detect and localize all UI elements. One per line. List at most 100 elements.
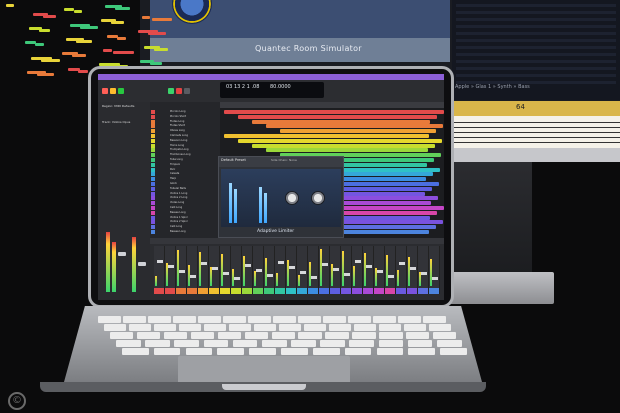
keyboard-key [320,340,345,347]
channel-strip[interactable] [242,246,253,294]
side-chain-menu[interactable]: Side Chain: None [271,158,297,162]
channel-strip[interactable] [198,246,209,294]
track-headers: Piccolo Long Piccolo Short Flutes Long Flut… [150,102,220,238]
channel-strip[interactable] [429,246,440,294]
timeline-ruler[interactable] [220,102,444,108]
channel-strip[interactable] [407,246,418,294]
keyboard-key [198,316,221,323]
volume-fader[interactable] [311,276,317,279]
region[interactable] [252,143,435,148]
volume-fader[interactable] [300,271,306,274]
preset-menu[interactable]: Default Preset [221,158,246,162]
region[interactable] [280,129,436,134]
channel-strip[interactable] [253,246,264,294]
record-button[interactable] [176,88,182,94]
channel-strip[interactable] [154,246,165,294]
keyboard-key [153,348,181,355]
volume-fader[interactable] [179,270,185,273]
track-header[interactable]: Trombones Long [150,153,220,158]
volume-fader[interactable] [256,269,262,272]
keyboard-key [323,316,346,323]
volume-fader[interactable] [234,277,240,280]
volume-fader[interactable] [289,266,295,269]
region[interactable] [238,114,437,119]
mixer-panel [150,238,444,300]
channel-strip[interactable] [165,246,176,294]
volume-fader[interactable] [157,260,163,263]
volume-fader[interactable] [344,273,350,276]
channel-color-label [275,288,285,294]
zoom-button[interactable] [118,88,124,94]
cycle-button[interactable] [184,88,190,94]
region[interactable] [224,134,429,138]
channel-strip[interactable] [363,246,374,294]
channel-strip[interactable] [396,246,407,294]
channel-strip[interactable] [418,246,429,294]
keyboard-key [406,332,430,339]
channel-strip[interactable] [176,246,187,294]
volume-fader[interactable] [377,270,383,273]
region[interactable] [238,138,442,143]
channel-strip[interactable] [341,246,352,294]
channel-strip[interactable] [374,246,385,294]
track-header[interactable]: Harp [150,177,220,182]
track-name: Violas Long [170,201,185,205]
minimize-button[interactable] [110,88,116,94]
track-name: Oboes Long [170,129,185,133]
volume-fader[interactable] [168,265,174,268]
volume-fader[interactable] [355,260,361,263]
volume-fader[interactable] [267,274,273,277]
keyboard-key [123,316,146,323]
channel-strip[interactable] [308,246,319,294]
volume-fader[interactable] [190,275,196,278]
channel-strip[interactable] [264,246,275,294]
play-button[interactable] [168,88,174,94]
track-header[interactable]: Celli Long [150,225,220,230]
inspector-fader[interactable] [138,262,146,266]
channel-strip[interactable] [297,246,308,294]
track-header[interactable]: Oboes Long [150,129,220,134]
volume-fader[interactable] [421,272,427,275]
track-header[interactable]: Basses Long [150,230,220,235]
region[interactable] [266,148,428,153]
volume-fader[interactable] [388,275,394,278]
channel-strip[interactable] [231,246,242,294]
volume-fader[interactable] [410,267,416,270]
channel-strip[interactable] [319,246,330,294]
volume-fader[interactable] [223,272,229,275]
region[interactable] [252,119,430,124]
region[interactable] [224,110,444,114]
channel-strip[interactable] [385,246,396,294]
channel-strip[interactable] [286,246,297,294]
out-ceiling-knob-icon[interactable] [311,191,325,205]
volume-fader[interactable] [333,268,339,271]
region[interactable] [266,124,443,129]
track-header[interactable]: Violas Long [150,201,220,206]
volume-fader[interactable] [399,262,405,265]
volume-fader[interactable] [212,267,218,270]
close-button[interactable] [102,88,108,94]
channel-strip[interactable] [330,246,341,294]
channel-strip[interactable] [275,246,286,294]
volume-fader[interactable] [278,261,284,264]
volume-fader[interactable] [432,277,438,280]
keyboard-key [440,348,467,355]
channel-strip[interactable] [187,246,198,294]
midi-note [68,68,80,71]
keyboard-key [279,324,302,331]
volume-fader[interactable] [245,264,251,267]
channel-color-label [242,288,252,294]
volume-fader[interactable] [322,263,328,266]
keyboard-key [273,316,296,323]
gain-knob-icon[interactable] [285,191,299,205]
midi-note [142,16,150,19]
channel-strip[interactable] [220,246,231,294]
volume-fader[interactable] [366,265,372,268]
channel-strip[interactable] [352,246,363,294]
inspector-fader[interactable] [118,252,126,256]
monitor-stand [450,162,532,274]
plugin-window[interactable]: Default Preset Side Chain: None Adaptive… [218,156,344,238]
volume-fader[interactable] [201,262,207,265]
midi-note [152,18,172,21]
channel-strip[interactable] [209,246,220,294]
